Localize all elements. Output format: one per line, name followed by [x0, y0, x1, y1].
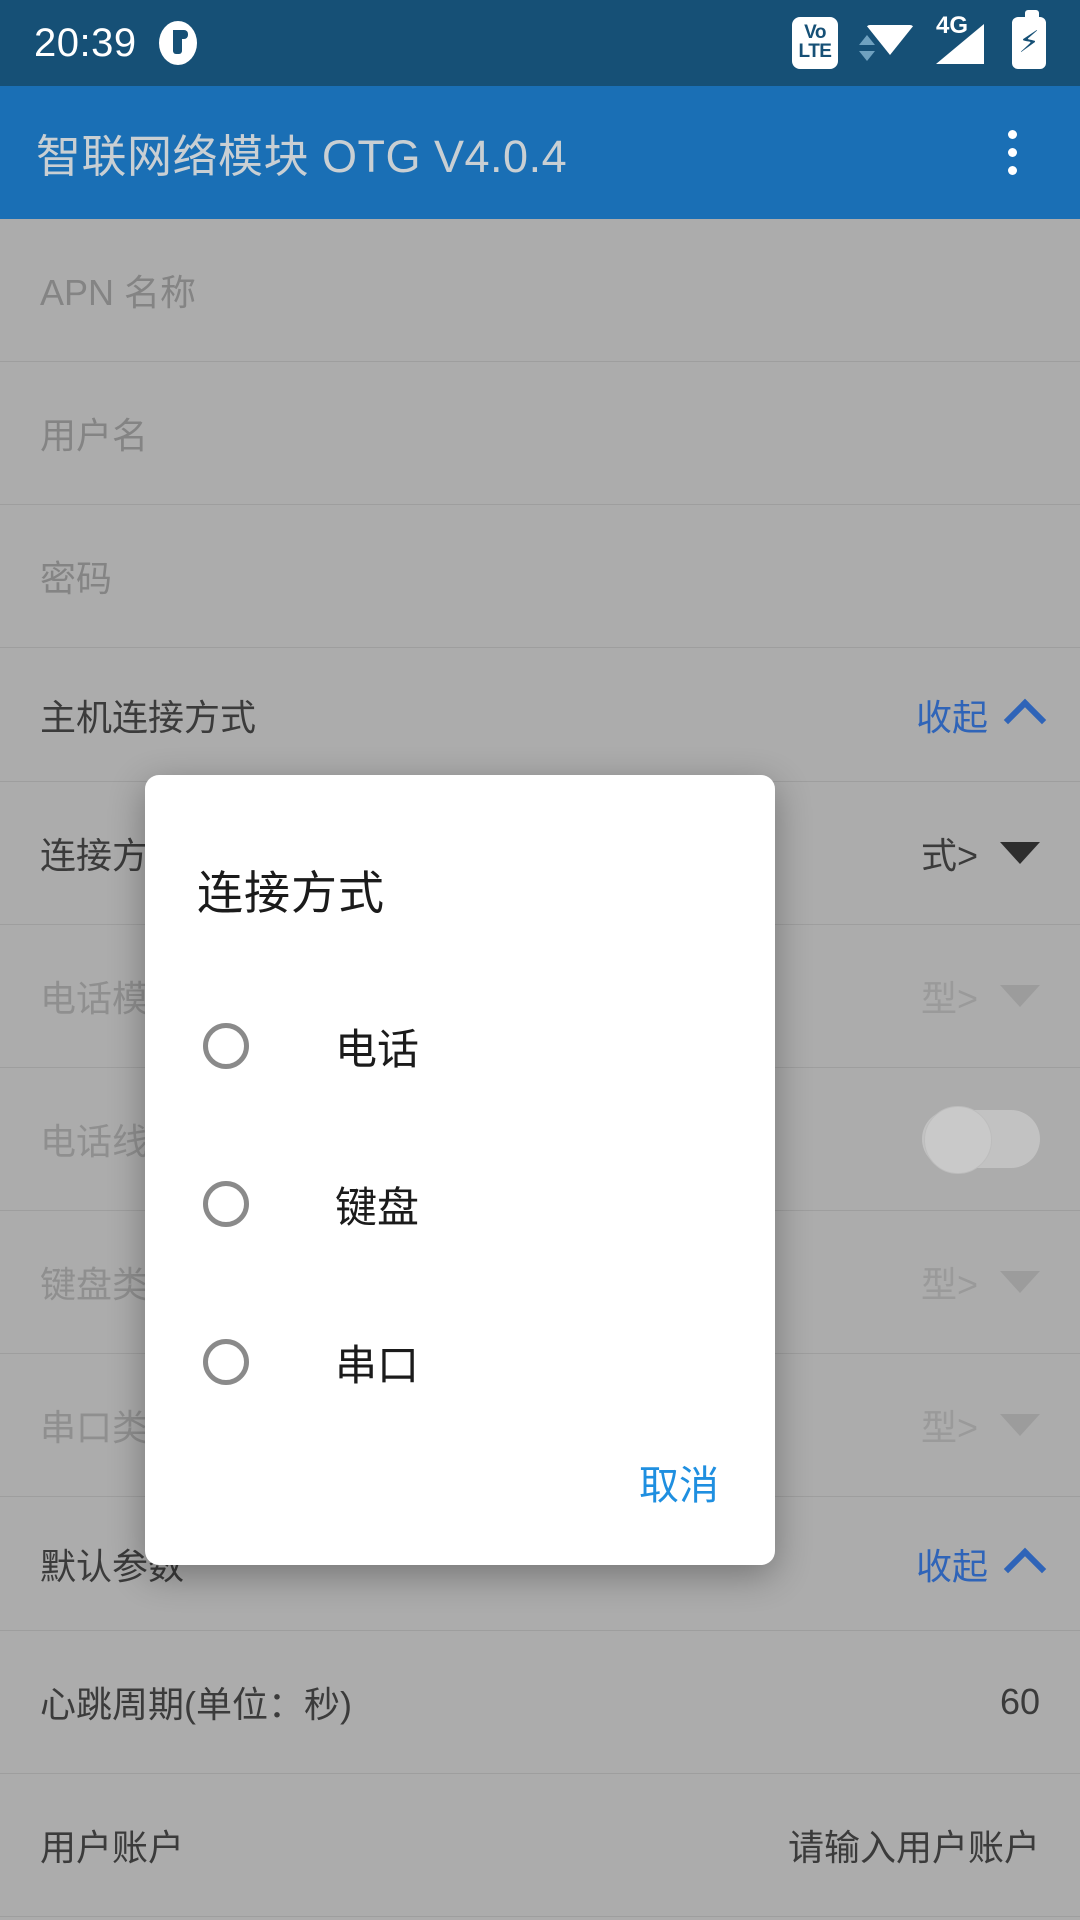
radio-button-icon[interactable]: [203, 1181, 249, 1227]
value-connection-mode: 式>: [920, 835, 978, 876]
section-title-host-connection: 主机连接方式: [40, 696, 257, 738]
row-heartbeat-period[interactable]: 心跳周期(单位：秒) 60: [0, 1631, 1080, 1774]
apn-name-field[interactable]: APN 名称: [0, 219, 1080, 362]
toggle-switch-off[interactable]: [922, 1106, 1040, 1174]
overflow-menu-icon[interactable]: [980, 109, 1044, 197]
status-bar-left: 20:39: [34, 21, 197, 65]
wifi-icon: [858, 19, 914, 67]
apn-name-placeholder: APN 名称: [40, 272, 197, 313]
username-placeholder: 用户名: [40, 415, 149, 456]
caret-down-icon[interactable]: [1000, 985, 1040, 1007]
caret-down-icon[interactable]: [1000, 1271, 1040, 1293]
value-heartbeat-period: 60: [999, 1681, 1040, 1722]
collapse-label-host-connection[interactable]: 收起: [916, 689, 988, 741]
battery-charging-icon: ⚡: [1012, 10, 1046, 69]
cancel-button[interactable]: 取消: [631, 1441, 727, 1523]
dialog-actions: 取消: [145, 1441, 775, 1565]
value-keyboard-type: 型>: [920, 1264, 978, 1305]
label-serial-type: 串口类: [40, 1407, 149, 1448]
radio-button-icon[interactable]: [203, 1339, 249, 1385]
phone-screen: 20:39 Vo LTE 4G ⚡ 智联网络模块 OTG V4.0.4 APN …: [0, 0, 1080, 1920]
value-user-account: 请输入用户账户: [787, 1827, 1040, 1868]
dialog-option-label: 电话: [335, 1025, 420, 1073]
label-phone-mode: 电话模: [40, 978, 149, 1019]
app-bar: 智联网络模块 OTG V4.0.4: [0, 86, 1080, 219]
value-serial-type: 型>: [920, 1407, 978, 1448]
caret-down-icon[interactable]: [1000, 842, 1040, 864]
label-keyboard-type: 键盘类: [40, 1264, 149, 1305]
label-phone-line: 电话线: [40, 1121, 149, 1162]
label-user-account: 用户账户: [40, 1827, 185, 1868]
status-bar-right: Vo LTE 4G ⚡: [792, 10, 1046, 69]
row-user-account[interactable]: 用户账户 请输入用户账户: [0, 1774, 1080, 1917]
dialog-option-phone[interactable]: 电话: [145, 967, 775, 1125]
app-notification-icon: [158, 21, 197, 65]
section-header-host-connection[interactable]: 主机连接方式 收起: [0, 648, 1080, 782]
cellular-signal-icon: 4G: [934, 14, 992, 68]
dialog-option-list: 电话 键盘 串口: [145, 967, 775, 1441]
battery-bolt-glyph: ⚡: [1018, 26, 1040, 59]
volte-icon: Vo LTE: [792, 17, 838, 69]
caret-down-icon[interactable]: [1000, 1414, 1040, 1436]
page-title: 智联网络模块 OTG V4.0.4: [36, 131, 568, 182]
dialog-option-serial[interactable]: 串口: [145, 1283, 775, 1441]
volte-bottom-text: LTE: [798, 41, 832, 62]
label-heartbeat-period: 心跳周期(单位：秒): [40, 1684, 352, 1725]
username-field[interactable]: 用户名: [0, 362, 1080, 505]
status-clock: 20:39: [34, 21, 137, 65]
dialog-option-keyboard[interactable]: 键盘: [145, 1125, 775, 1283]
dialog-option-label: 串口: [335, 1341, 420, 1389]
connection-mode-dialog: 连接方式 电话 键盘 串口 取消: [145, 775, 775, 1565]
chevron-up-icon[interactable]: [1003, 1547, 1047, 1590]
label-connection-mode: 连接方: [40, 835, 149, 876]
status-bar: 20:39 Vo LTE 4G ⚡: [0, 0, 1080, 86]
password-field[interactable]: 密码: [0, 505, 1080, 648]
value-phone-mode: 型>: [920, 978, 978, 1019]
collapse-label-default-params[interactable]: 收起: [916, 1538, 988, 1590]
radio-button-icon[interactable]: [203, 1023, 249, 1069]
dialog-option-label: 键盘: [335, 1183, 420, 1231]
dialog-title: 连接方式: [197, 867, 385, 919]
password-placeholder: 密码: [40, 558, 113, 599]
chevron-up-icon[interactable]: [1003, 698, 1047, 741]
